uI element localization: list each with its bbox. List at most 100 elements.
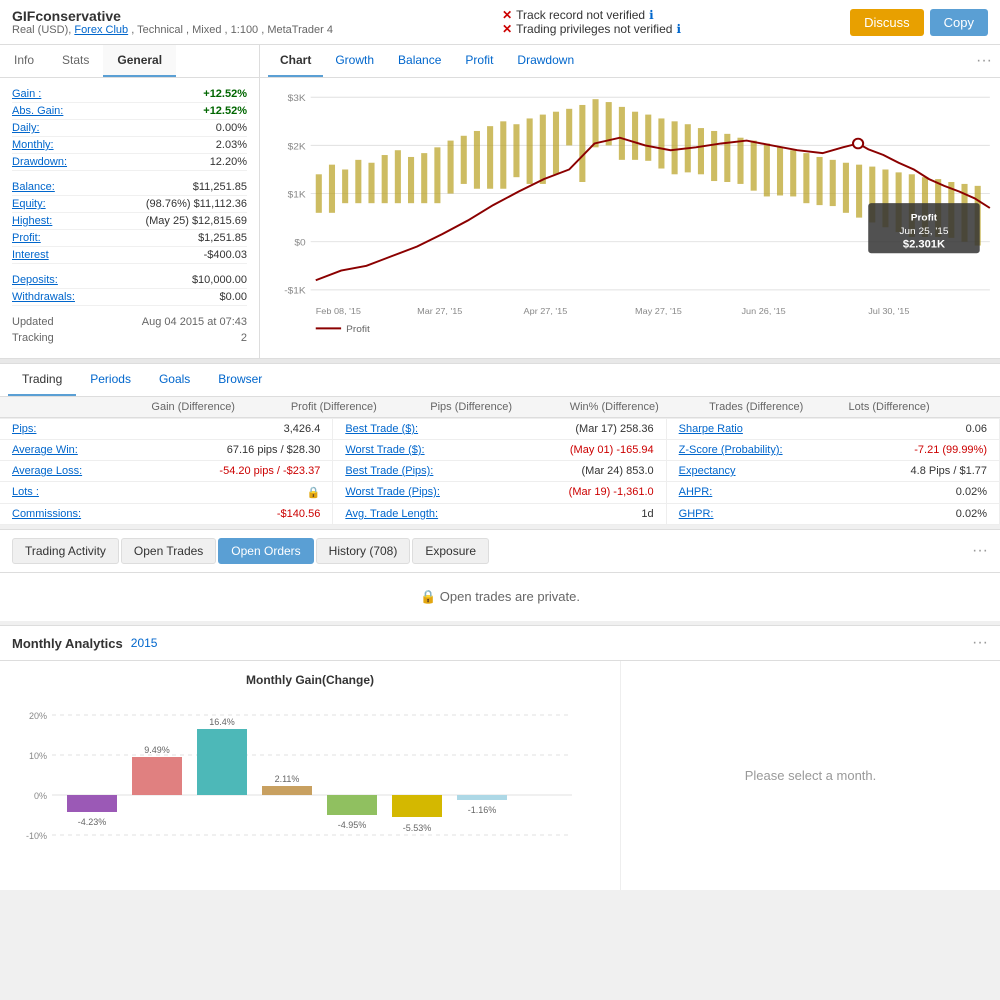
tracking-label: Tracking	[12, 332, 54, 344]
svg-text:Mar 27, '15: Mar 27, '15	[417, 306, 462, 316]
svg-text:$0: $0	[294, 238, 306, 249]
activity-tab-trading[interactable]: Trading Activity	[12, 538, 119, 564]
activity-more-icon[interactable]: ···	[972, 542, 988, 560]
account-subtitle: Real (USD), Forex Club , Technical , Mix…	[12, 24, 333, 36]
avg-win-label[interactable]: Average Win:	[12, 444, 78, 456]
commissions-cell: Commissions: -$140.56	[0, 504, 333, 524]
gain-label[interactable]: Gain :	[12, 88, 41, 100]
chart-tab-profit[interactable]: Profit	[453, 45, 505, 77]
expectancy-cell: Expectancy 4.8 Pips / $1.77	[667, 461, 1000, 481]
deposits-label[interactable]: Deposits:	[12, 274, 58, 286]
interest-label[interactable]: Interest	[12, 249, 49, 261]
col-pips: Pips (Difference)	[430, 401, 569, 413]
activity-section: Trading Activity Open Trades Open Orders…	[0, 529, 1000, 621]
ghpr-label[interactable]: GHPR:	[679, 508, 714, 520]
abs-gain-label[interactable]: Abs. Gain:	[12, 105, 63, 117]
trading-tab-trading[interactable]: Trading	[8, 364, 76, 396]
worst-trade-pips-value: (Mar 19) -1,361.0	[569, 486, 654, 499]
svg-text:20%: 20%	[29, 711, 47, 721]
equity-value: (98.76%) $11,112.36	[146, 198, 247, 210]
chart-tab-growth[interactable]: Growth	[323, 45, 386, 77]
chart-tab-drawdown[interactable]: Drawdown	[505, 45, 586, 77]
chart-tab-balance[interactable]: Balance	[386, 45, 453, 77]
profit-value: $1,251.85	[198, 232, 247, 244]
avg-win-cell: Average Win: 67.16 pips / $28.30	[0, 440, 333, 460]
private-message: Open trades are private.	[440, 589, 580, 604]
profit-label[interactable]: Profit:	[12, 232, 41, 244]
pips-label[interactable]: Pips:	[12, 423, 36, 435]
monthly-chart-title: Monthly Gain(Change)	[12, 673, 608, 687]
activity-tab-history[interactable]: History (708)	[316, 538, 411, 564]
header-buttons: Discuss Copy	[850, 9, 988, 36]
worst-trade-pips-label[interactable]: Worst Trade (Pips):	[345, 486, 440, 499]
svg-text:May 27, '15: May 27, '15	[635, 306, 682, 316]
trading-section: Trading Periods Goals Browser Gain (Diff…	[0, 363, 1000, 418]
chart-area: $3K $2K $1K $0 -$1K	[260, 78, 1000, 358]
ahpr-label[interactable]: AHPR:	[679, 486, 713, 499]
activity-tab-open-orders[interactable]: Open Orders	[218, 538, 313, 564]
avg-loss-label[interactable]: Average Loss:	[12, 465, 82, 477]
svg-text:-4.23%: -4.23%	[78, 817, 107, 827]
col-gain: Gain (Difference)	[151, 401, 290, 413]
info-icon-trading[interactable]: ℹ	[676, 22, 681, 36]
highest-label[interactable]: Highest:	[12, 215, 52, 227]
trading-tab-browser[interactable]: Browser	[204, 364, 276, 396]
activity-tabs: Trading Activity Open Trades Open Orders…	[12, 538, 968, 564]
withdrawals-label[interactable]: Withdrawals:	[12, 291, 75, 303]
info-table: Gain : +12.52% Abs. Gain: +12.52% Daily:…	[0, 78, 259, 354]
svg-text:Apr 27, '15: Apr 27, '15	[524, 306, 568, 316]
svg-text:Profit: Profit	[911, 213, 938, 224]
perf-row-5: Commissions: -$140.56 Avg. Trade Length:…	[0, 504, 1000, 525]
worst-trade-pips-cell: Worst Trade (Pips): (Mar 19) -1,361.0	[333, 482, 666, 503]
discuss-button[interactable]: Discuss	[850, 9, 924, 36]
svg-text:0%: 0%	[34, 791, 47, 801]
commissions-label[interactable]: Commissions:	[12, 508, 81, 520]
tab-info[interactable]: Info	[0, 45, 48, 77]
avg-trade-label[interactable]: Avg. Trade Length:	[345, 508, 438, 520]
balance-row: Balance: $11,251.85	[12, 179, 247, 196]
drawdown-row: Drawdown: 12.20%	[12, 154, 247, 171]
track-record-verify: ✕ Track record not verified ℹ	[502, 8, 681, 22]
equity-label[interactable]: Equity:	[12, 198, 46, 210]
left-tabs: Info Stats General	[0, 45, 259, 78]
best-trade-pips-label[interactable]: Best Trade (Pips):	[345, 465, 433, 477]
expectancy-label[interactable]: Expectancy	[679, 465, 736, 477]
ghpr-value: 0.02%	[956, 508, 987, 520]
best-trade-cell: Best Trade ($): (Mar 17) 258.36	[333, 419, 666, 439]
worst-trade-label[interactable]: Worst Trade ($):	[345, 444, 424, 456]
zscore-label[interactable]: Z-Score (Probability):	[679, 444, 783, 456]
zscore-value: -7.21 (99.99%)	[914, 444, 987, 456]
svg-text:Jul 30, '15: Jul 30, '15	[868, 306, 909, 316]
drawdown-label[interactable]: Drawdown:	[12, 156, 67, 168]
col-lots: Lots (Difference)	[849, 401, 988, 413]
daily-label[interactable]: Daily:	[12, 122, 40, 134]
monthly-year[interactable]: 2015	[131, 636, 158, 650]
lots-label[interactable]: Lots :	[12, 486, 39, 499]
svg-text:Jun 26, '15: Jun 26, '15	[742, 306, 786, 316]
best-trade-pips-cell: Best Trade (Pips): (Mar 24) 853.0	[333, 461, 666, 481]
forex-club-link[interactable]: Forex Club	[74, 24, 128, 36]
chart-tab-chart[interactable]: Chart	[268, 45, 323, 77]
activity-tab-open-trades[interactable]: Open Trades	[121, 538, 216, 564]
daily-value: 0.00%	[216, 122, 247, 134]
avg-win-value: 67.16 pips / $28.30	[227, 444, 321, 456]
gain-row: Gain : +12.52%	[12, 86, 247, 103]
copy-button[interactable]: Copy	[930, 9, 988, 36]
chart-tabs: Chart Growth Balance Profit Drawdown ···	[260, 45, 1000, 78]
svg-text:16.4%: 16.4%	[209, 717, 235, 727]
monthly-more-icon[interactable]: ···	[972, 634, 988, 652]
tab-general[interactable]: General	[103, 45, 176, 77]
lock-icon-activity: 🔒	[420, 589, 436, 604]
activity-tab-exposure[interactable]: Exposure	[412, 538, 489, 564]
trading-tab-goals[interactable]: Goals	[145, 364, 204, 396]
header-left: GIFconservative Real (USD), Forex Club ,…	[12, 8, 333, 36]
chart-more-icon[interactable]: ···	[976, 52, 992, 70]
svg-text:$1K: $1K	[288, 190, 306, 201]
monthly-label[interactable]: Monthly:	[12, 139, 54, 151]
balance-label[interactable]: Balance:	[12, 181, 55, 193]
sharpe-label[interactable]: Sharpe Ratio	[679, 423, 743, 435]
trading-tab-periods[interactable]: Periods	[76, 364, 145, 396]
info-icon-track[interactable]: ℹ	[649, 8, 654, 22]
tab-stats[interactable]: Stats	[48, 45, 103, 77]
best-trade-label[interactable]: Best Trade ($):	[345, 423, 418, 435]
